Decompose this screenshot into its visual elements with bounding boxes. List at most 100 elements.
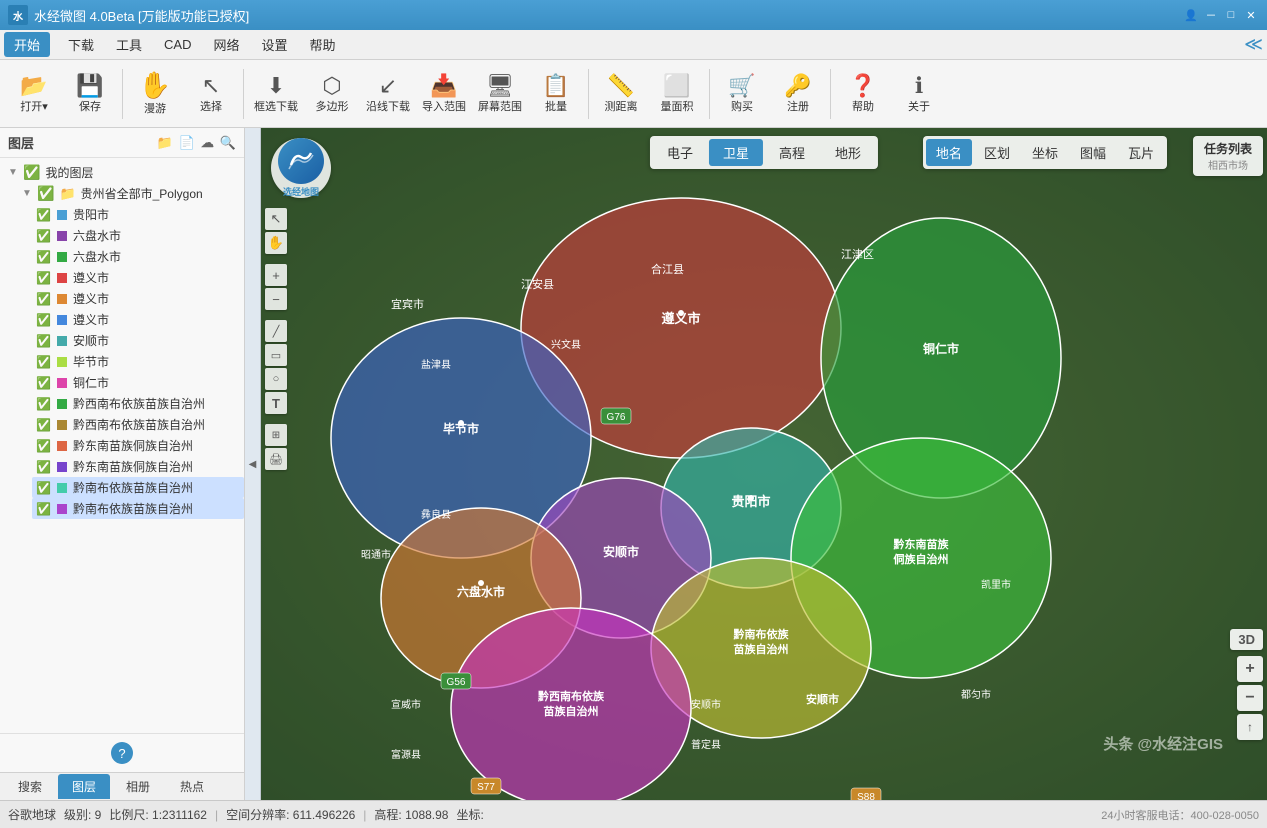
map-tool-grid[interactable]: ⊞	[265, 424, 287, 446]
color-dot	[57, 336, 67, 346]
tab-search[interactable]: 搜索	[4, 774, 56, 799]
tab-coord[interactable]: 坐标	[1022, 139, 1068, 166]
folder-guizhou-label: 贵州省全部市_Polygon	[81, 185, 203, 202]
list-item[interactable]: ✅ 黔南布依族苗族自治州	[32, 498, 244, 519]
list-item[interactable]: ✅ 贵阳市	[32, 204, 244, 225]
map-svg: 遵义市 毕节市 铜仁市 贵阳市 黔东南苗族 侗族自治州 安顺市	[261, 128, 1267, 800]
list-item[interactable]: ✅ 黔东南苗族侗族自治州	[32, 456, 244, 477]
tool-about[interactable]: ℹ 关于	[893, 65, 945, 123]
list-item[interactable]: ✅ 毕节市	[32, 351, 244, 372]
help-icon: ❓	[849, 73, 876, 99]
map-tool-line[interactable]: ╱	[265, 320, 287, 342]
list-item[interactable]: ✅ 遵义市	[32, 288, 244, 309]
measure-dist-icon: 📏	[607, 73, 634, 99]
tool-help[interactable]: ❓ 帮助	[837, 65, 889, 123]
map-tool-pan[interactable]: ✋	[265, 232, 287, 254]
tool-register[interactable]: 🔑 注册	[772, 65, 824, 123]
close-button[interactable]: ✕	[1243, 7, 1259, 23]
maximize-button[interactable]: □	[1223, 7, 1239, 23]
menu-item-download[interactable]: 下载	[58, 31, 104, 58]
measure-area-label: 量面积	[661, 101, 694, 114]
list-item[interactable]: ✅ 黔西南布依族苗族自治州	[32, 393, 244, 414]
svg-text:合江县: 合江县	[651, 262, 684, 276]
svg-text:安顺市: 安顺市	[806, 692, 839, 706]
tool-screen-range[interactable]: 🖥 屏幕范围	[474, 65, 526, 123]
tool-pan[interactable]: ✋ 漫游	[129, 65, 181, 123]
start-button[interactable]: 开始	[4, 32, 50, 57]
tab-elevation[interactable]: 高程	[765, 139, 819, 166]
tab-album[interactable]: 相册	[112, 774, 164, 799]
btn-3d[interactable]: 3D	[1230, 629, 1263, 650]
map-area[interactable]: 遵义市 毕节市 铜仁市 贵阳市 黔东南苗族 侗族自治州 安顺市	[261, 128, 1267, 800]
tool-batch[interactable]: 📋 批量	[530, 65, 582, 123]
map-tool-rect[interactable]: ▭	[265, 344, 287, 366]
tool-polygon[interactable]: ⬡ 多边形	[306, 65, 358, 123]
menu-collapse-icon[interactable]: ≪	[1244, 34, 1263, 55]
list-item[interactable]: ✅ 铜仁市	[32, 372, 244, 393]
batch-label: 批量	[545, 101, 567, 114]
list-item[interactable]: ✅ 六盘水市	[32, 225, 244, 246]
question-button[interactable]: ?	[111, 742, 133, 764]
list-item[interactable]: ✅ 遵义市	[32, 267, 244, 288]
map-tool-text[interactable]: T	[265, 392, 287, 414]
north-btn[interactable]: ↑	[1237, 714, 1263, 740]
new-file-icon[interactable]: 📄	[179, 135, 195, 151]
pan-label: 漫游	[144, 103, 166, 116]
tab-electronic[interactable]: 电子	[653, 139, 707, 166]
select-icon: ↖	[202, 73, 220, 99]
tab-sheet[interactable]: 图幅	[1070, 139, 1116, 166]
tool-measure-area[interactable]: ⬜ 量面积	[651, 65, 703, 123]
list-item[interactable]: ✅ 黔东南苗族侗族自治州	[32, 435, 244, 456]
map-tool-print[interactable]: 🖨	[265, 448, 287, 470]
tree-my-layers[interactable]: ▼ ✅ 我的图层	[4, 162, 244, 183]
cloud-icon[interactable]: ☁	[201, 135, 214, 151]
tool-streamline[interactable]: ↙ 沿线下载	[362, 65, 414, 123]
logo-text: 选经地图	[283, 185, 319, 198]
collapse-handle[interactable]: ◀	[245, 128, 261, 800]
map-tool-cursor[interactable]: ↖	[265, 208, 287, 230]
map-tool-circle[interactable]: ○	[265, 368, 287, 390]
import-range-icon: 📥	[430, 73, 457, 99]
tab-district[interactable]: 区划	[974, 139, 1020, 166]
search-icon[interactable]: 🔍	[220, 135, 236, 151]
color-dot	[57, 378, 67, 388]
tab-terrain[interactable]: 地形	[821, 139, 875, 166]
tool-open[interactable]: 📂 打开▾	[8, 65, 60, 123]
list-item[interactable]: ✅ 黔西南布依族苗族自治州	[32, 414, 244, 435]
tool-import-range[interactable]: 📥 导入范围	[418, 65, 470, 123]
zoom-out-btn[interactable]: −	[1237, 685, 1263, 711]
task-panel[interactable]: 任务列表 相西市场	[1193, 136, 1263, 176]
tool-select[interactable]: ↖ 选择	[185, 65, 237, 123]
minimize-button[interactable]: －	[1203, 7, 1219, 23]
list-item[interactable]: ✅ 遵义市	[32, 309, 244, 330]
tool-measure-distance[interactable]: 📏 测距离	[595, 65, 647, 123]
list-item[interactable]: ✅ 安顺市	[32, 330, 244, 351]
tab-tile[interactable]: 瓦片	[1118, 139, 1164, 166]
tab-layers[interactable]: 图层	[58, 774, 110, 799]
menu-item-help[interactable]: 帮助	[300, 31, 346, 58]
sidebar-header: 图层 📁 📄 ☁ 🔍	[0, 128, 244, 158]
map-tool-sep2	[265, 312, 287, 318]
zoom-in-btn[interactable]: +	[1237, 656, 1263, 682]
menu-item-tools[interactable]: 工具	[106, 31, 152, 58]
cb-icon: ✅	[36, 292, 51, 306]
map-tool-zoom-out[interactable]: −	[265, 288, 287, 310]
measure-dist-label: 测距离	[605, 101, 638, 114]
svg-text:S77: S77	[477, 782, 495, 793]
tool-save[interactable]: 💾 保存	[64, 65, 116, 123]
cb-icon: ✅	[36, 439, 51, 453]
tree-folder-guizhou[interactable]: ▼ ✅ 📁 贵州省全部市_Polygon	[18, 183, 244, 204]
new-folder-icon[interactable]: 📁	[156, 135, 172, 151]
list-item[interactable]: ✅ 黔南布依族苗族自治州	[32, 477, 244, 498]
tool-frame-download[interactable]: ⬇ 框选下载	[250, 65, 302, 123]
menu-item-settings[interactable]: 设置	[252, 31, 298, 58]
menu-item-cad[interactable]: CAD	[154, 33, 201, 56]
list-item[interactable]: ✅ 六盘水市	[32, 246, 244, 267]
tab-hotspot[interactable]: 热点	[166, 774, 218, 799]
menu-item-network[interactable]: 网络	[204, 31, 250, 58]
map-tool-zoom-in[interactable]: +	[265, 264, 287, 286]
tab-place-name[interactable]: 地名	[926, 139, 972, 166]
tool-purchase[interactable]: 🛒 购买	[716, 65, 768, 123]
tab-satellite[interactable]: 卫星	[709, 139, 763, 166]
user-icon[interactable]: 👤	[1183, 7, 1199, 23]
